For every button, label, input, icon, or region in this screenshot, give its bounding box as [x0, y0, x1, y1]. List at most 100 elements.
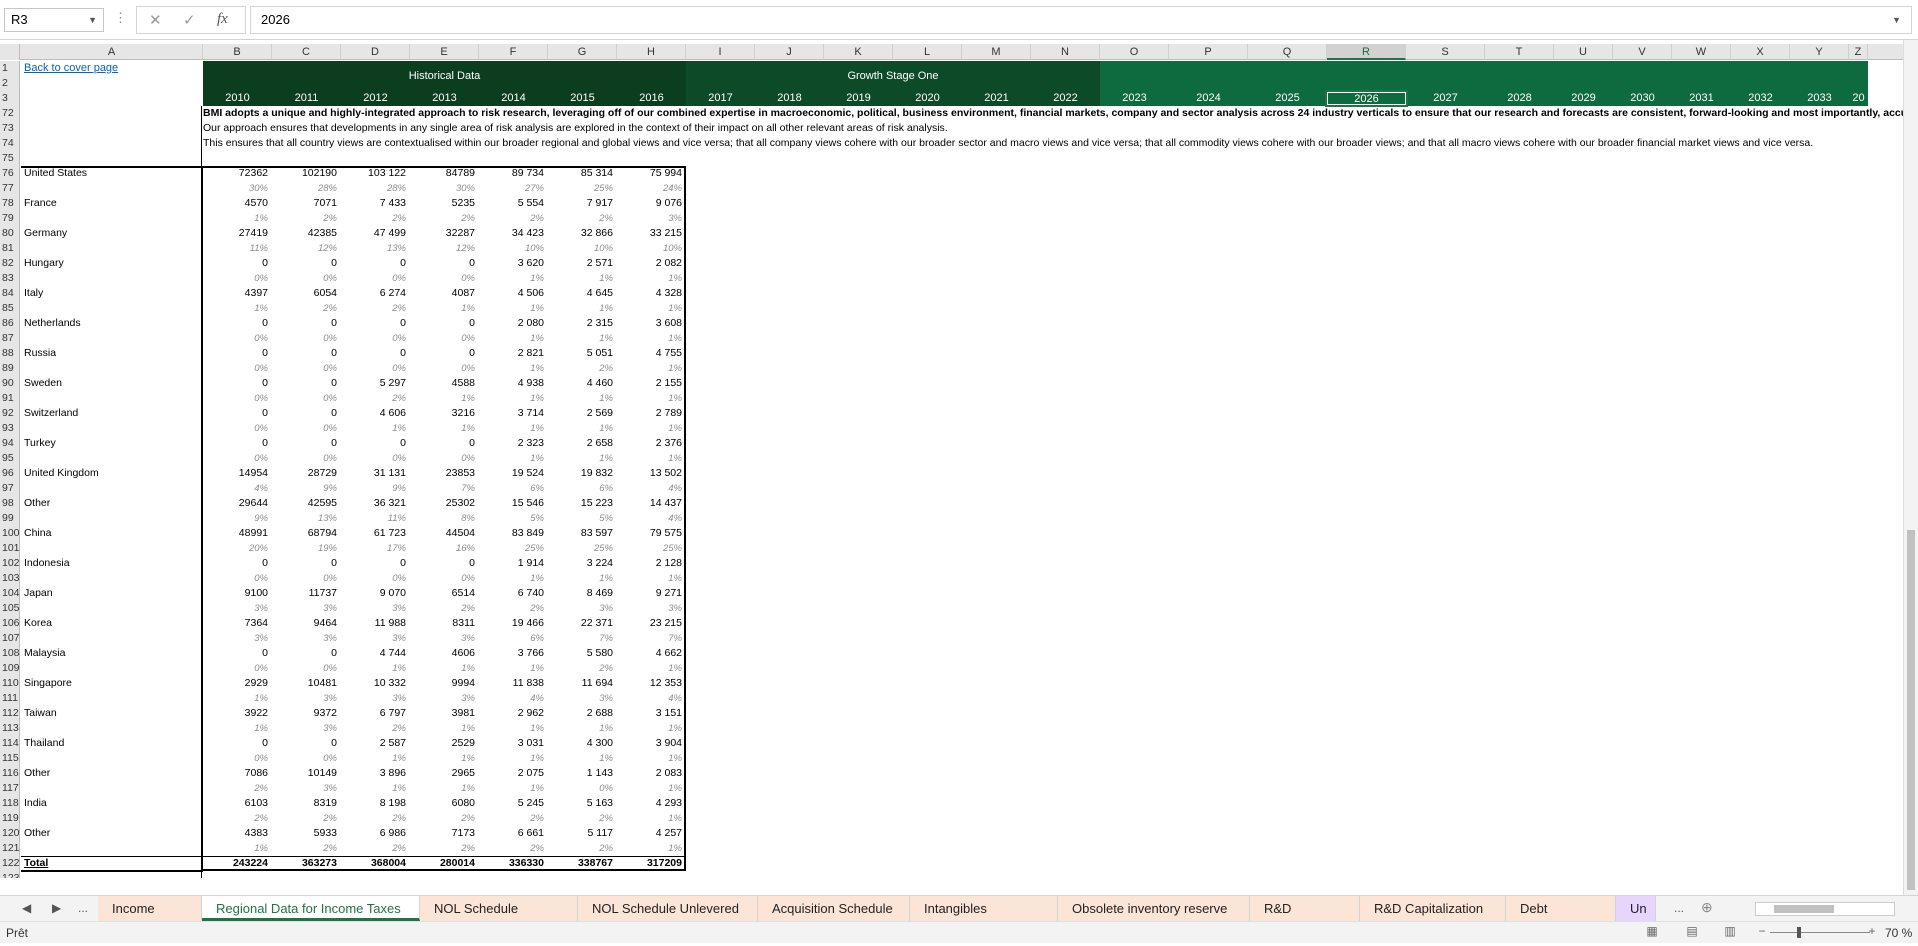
year-cell-2019[interactable]: 2019 — [824, 91, 893, 106]
row-header[interactable]: 119 — [0, 811, 20, 826]
row-header[interactable]: 83 — [0, 271, 20, 286]
tab-debt-schedule[interactable]: Debt Schedule — [1506, 896, 1616, 941]
row-header[interactable]: 74 — [0, 136, 20, 151]
year-cell-2021[interactable]: 2021 — [962, 91, 1031, 106]
year-cell-2033[interactable]: 2033 — [1790, 91, 1849, 106]
row-header[interactable]: 122 — [0, 856, 20, 871]
row-header[interactable]: 111 — [0, 691, 20, 706]
year-cell-2015[interactable]: 2015 — [548, 91, 617, 106]
normal-view-icon[interactable]: ▦ — [1642, 924, 1662, 941]
row-header[interactable]: 107 — [0, 631, 20, 646]
column-header-v[interactable]: V — [1613, 44, 1672, 60]
year-cell-20[interactable]: 20 — [1849, 91, 1868, 106]
year-cell-2013[interactable]: 2013 — [410, 91, 479, 106]
row-header[interactable]: 84 — [0, 286, 20, 301]
row-header[interactable]: 118 — [0, 796, 20, 811]
row-header[interactable]: 100 — [0, 526, 20, 541]
row-header[interactable]: 99 — [0, 511, 20, 526]
enter-icon[interactable]: ✓ — [183, 11, 196, 29]
tab-nol-schedule-levered[interactable]: NOL Schedule Levered — [420, 896, 578, 941]
tab-r-d-capitalization[interactable]: R&D Capitalization — [1360, 896, 1506, 921]
year-cell-2018[interactable]: 2018 — [755, 91, 824, 106]
back-to-cover-link[interactable]: Back to cover page — [24, 62, 118, 74]
year-cell-2012[interactable]: 2012 — [341, 91, 410, 106]
zoom-out-icon[interactable]: − — [1752, 924, 1772, 941]
column-header-e[interactable]: E — [410, 44, 479, 60]
column-header-z[interactable]: Z — [1849, 44, 1868, 60]
column-header-h[interactable]: H — [617, 44, 686, 60]
year-cell-2026[interactable]: 2026 — [1325, 90, 1408, 107]
vertical-scrollbar[interactable] — [1903, 40, 1918, 895]
zoom-in-icon[interactable]: + — [1862, 924, 1882, 941]
more-sheets-right-icon[interactable]: ... — [1674, 901, 1684, 915]
column-header-w[interactable]: W — [1672, 44, 1731, 60]
row-header[interactable]: 2 — [0, 76, 20, 91]
row-header[interactable]: 112 — [0, 706, 20, 721]
row-header[interactable]: 91 — [0, 391, 20, 406]
tab-un[interactable]: Un — [1616, 896, 1656, 921]
year-cell-2024[interactable]: 2024 — [1169, 91, 1248, 106]
column-header-u[interactable]: U — [1554, 44, 1613, 60]
expand-formula-icon[interactable]: ▼ — [1892, 7, 1901, 33]
year-cell-2030[interactable]: 2030 — [1613, 91, 1672, 106]
year-cell-2022[interactable]: 2022 — [1031, 91, 1100, 106]
more-sheets-icon[interactable]: ... — [78, 901, 88, 915]
column-header-r[interactable]: R — [1327, 44, 1406, 60]
year-cell-2025[interactable]: 2025 — [1248, 91, 1327, 106]
next-sheet-icon[interactable]: ▶ — [52, 901, 61, 915]
formula-input[interactable]: 2026 ▼ — [250, 6, 1912, 34]
column-header-j[interactable]: J — [755, 44, 824, 60]
year-cell-2017[interactable]: 2017 — [686, 91, 755, 106]
row-header[interactable]: 113 — [0, 721, 20, 736]
column-header-a[interactable]: A — [21, 44, 203, 60]
column-header-q[interactable]: Q — [1248, 44, 1327, 60]
row-header[interactable]: 79 — [0, 211, 20, 226]
row-header[interactable]: 108 — [0, 646, 20, 661]
column-header-o[interactable]: O — [1100, 44, 1169, 60]
cancel-icon[interactable]: ✕ — [149, 11, 162, 29]
row-header[interactable]: 106 — [0, 616, 20, 631]
row-header[interactable]: 77 — [0, 181, 20, 196]
tab-nol-schedule-unlevered[interactable]: NOL Schedule Unlevered — [578, 896, 758, 921]
row-header[interactable]: 82 — [0, 256, 20, 271]
column-header-x[interactable]: X — [1731, 44, 1790, 60]
prev-sheet-icon[interactable]: ◀ — [22, 901, 31, 915]
year-cell-2020[interactable]: 2020 — [893, 91, 962, 106]
spreadsheet-grid[interactable]: ABCDEFGHIJKLMNOPQRSTUVWXYZ 1 2 3 72 73 74 75 76… — [0, 40, 1918, 878]
column-header-d[interactable]: D — [341, 44, 410, 60]
row-header[interactable]: 95 — [0, 451, 20, 466]
add-sheet-icon[interactable]: ⊕ — [1701, 899, 1713, 916]
row-header[interactable]: 123 — [0, 871, 20, 878]
row-header[interactable]: 1 — [0, 61, 20, 76]
row-header[interactable]: 92 — [0, 406, 20, 421]
row-header[interactable]: 109 — [0, 661, 20, 676]
row-header[interactable]: 120 — [0, 826, 20, 841]
column-header-m[interactable]: M — [962, 44, 1031, 60]
column-header-g[interactable]: G — [548, 44, 617, 60]
zoom-slider-thumb[interactable] — [1797, 927, 1801, 938]
row-header[interactable]: 90 — [0, 376, 20, 391]
year-cell-2016[interactable]: 2016 — [617, 91, 686, 106]
year-cell-2027[interactable]: 2027 — [1406, 91, 1485, 106]
function-icon[interactable]: fx — [217, 11, 228, 28]
tab-intangibles-schedule[interactable]: Intangibles Schedule — [910, 896, 1058, 941]
row-header[interactable]: 78 — [0, 196, 20, 211]
column-header-y[interactable]: Y — [1790, 44, 1849, 60]
row-header[interactable]: 3 — [0, 91, 20, 106]
row-header[interactable]: 93 — [0, 421, 20, 436]
tab-acquisition-schedule[interactable]: Acquisition Schedule — [758, 896, 910, 921]
row-header[interactable]: 101 — [0, 541, 20, 556]
column-header-s[interactable]: S — [1406, 44, 1485, 60]
row-header[interactable]: 76 — [0, 166, 20, 181]
row-header[interactable]: 114 — [0, 736, 20, 751]
name-box[interactable]: R3 ▼ — [4, 8, 104, 32]
row-header[interactable]: 89 — [0, 361, 20, 376]
row-header[interactable]: 94 — [0, 436, 20, 451]
row-header[interactable]: 98 — [0, 496, 20, 511]
row-header[interactable]: 117 — [0, 781, 20, 796]
year-cell-2010[interactable]: 2010 — [203, 91, 272, 106]
column-header-t[interactable]: T — [1485, 44, 1554, 60]
year-cell-2023[interactable]: 2023 — [1100, 91, 1169, 106]
row-header[interactable]: 105 — [0, 601, 20, 616]
tab-regional-data-for-income-taxes[interactable]: Regional Data for Income Taxes — [202, 896, 420, 921]
